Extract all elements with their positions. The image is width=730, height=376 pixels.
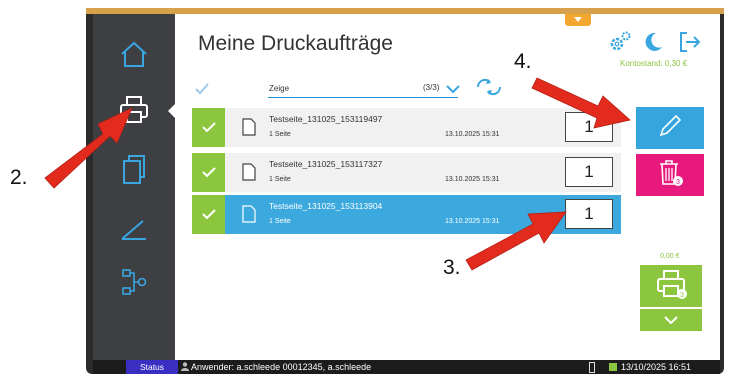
- arrow-2: [44, 107, 133, 189]
- callout-4: 4.: [514, 50, 532, 73]
- callout-3: 3.: [443, 256, 461, 279]
- callout-2: 2.: [10, 166, 28, 189]
- arrow-3: [465, 211, 567, 271]
- arrow-4: [531, 77, 631, 129]
- annotation-arrows: [44, 77, 631, 271]
